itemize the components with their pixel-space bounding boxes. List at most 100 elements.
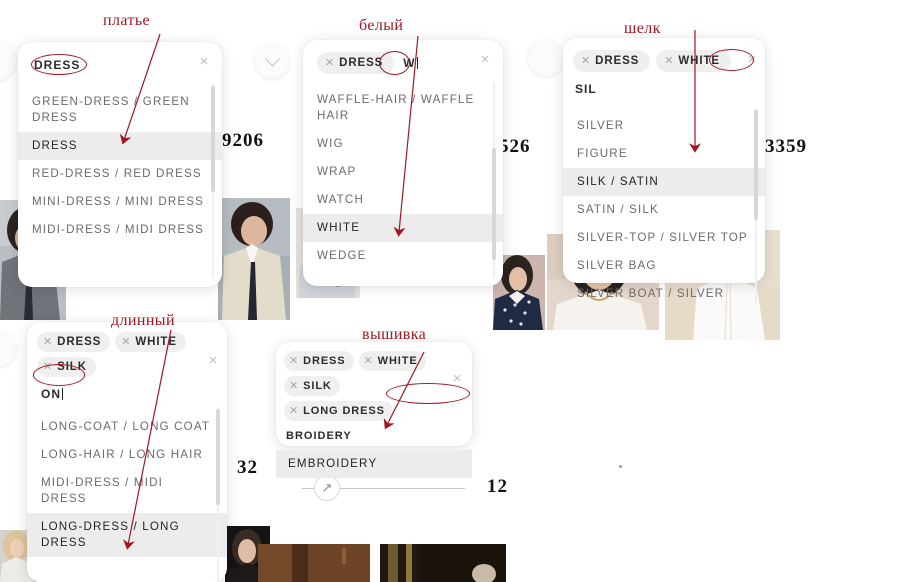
list-item[interactable]: MIDI-DRESS / MIDI DRESS [27,469,227,513]
close-icon[interactable]: × [478,52,492,67]
chip-remove-icon[interactable]: ✕ [581,55,591,67]
list-item[interactable]: SATIN / SILK [563,196,765,224]
thumbnail-interior-dark[interactable] [380,544,506,582]
embroidery-autocomplete-panel[interactable]: ✕ DRESS ✕ WHITE ✕ SILK ✕ LONG DRESS BROI… [276,342,472,478]
scrollbar-thumb[interactable] [211,86,215,192]
chip-remove-icon[interactable]: ✕ [325,57,335,69]
chip-label: DRESS [303,355,346,367]
chip-label: DRESS [339,57,384,69]
chip-remove-icon[interactable]: ✕ [664,55,674,67]
annotation-label-white: белый [359,17,404,34]
scrollbar-thumb[interactable] [492,148,496,260]
panel-search-header[interactable]: ✕ DRESS ✕ WHITE ✕ SILK × [27,322,227,381]
list-item[interactable]: WATCH [303,186,503,214]
thumbnail-interior-wood[interactable] [258,544,370,582]
search-input[interactable]: ON [39,383,65,405]
chip-label: WHITE [678,55,720,67]
annotation-label-silk: шелк [624,20,661,37]
slider-track[interactable] [340,487,465,489]
list-item[interactable]: GREEN-DRESS / GREEN DRESS [18,88,222,132]
list-item[interactable]: WEDGE [303,242,503,270]
filter-chip-dress[interactable]: ✕ DRESS [284,351,354,371]
chip-label: DRESS [595,55,640,67]
carousel-prev-button-partial[interactable] [0,42,16,80]
chip-remove-icon[interactable]: ✕ [121,336,131,348]
dress-autocomplete-panel[interactable]: DRESS × GREEN-DRESS / GREEN DRESS DRESS … [18,42,222,287]
filter-chip-dress[interactable]: ✕ DRESS [573,50,651,72]
list-item[interactable]: WRAP [303,158,503,186]
list-item[interactable]: WHITE [303,214,503,242]
panel-search-header[interactable]: ✕ DRESS W × [303,40,503,80]
suggestion-list[interactable]: LONG-COAT / LONG COAT LONG-HAIR / LONG H… [27,405,227,582]
search-input[interactable]: W [401,52,419,74]
panel-search-header[interactable]: DRESS × [18,42,222,82]
list-item[interactable]: DRESS [18,132,222,160]
carousel-next-button-partial[interactable] [528,40,564,76]
panel-search-header[interactable]: ✕ DRESS ✕ WHITE ✕ SILK ✕ LONG DRESS BROI… [276,342,472,448]
thumbnail-image [380,544,506,582]
search-input[interactable]: SIL [573,78,599,100]
list-item[interactable]: WIG [303,130,503,158]
carousel-prev-button-partial-bottom[interactable] [0,332,16,366]
filter-chip-white[interactable]: ✕ WHITE [358,351,426,371]
chip-remove-icon[interactable]: ✕ [289,380,299,392]
close-icon[interactable]: × [450,371,464,386]
chip-remove-icon[interactable]: ✕ [289,405,299,417]
filter-chip-dress[interactable]: ✕ DRESS [317,52,395,74]
list-item[interactable]: LONG-COAT / LONG COAT [27,413,227,441]
chip-remove-icon[interactable]: ✕ [43,336,53,348]
list-item[interactable]: SILVER [563,112,765,140]
background-number-4: 32 [237,457,258,478]
suggestion-list[interactable]: WAFFLE-HAIR / WAFFLE HAIR WIG WRAP WATCH… [303,80,503,280]
long-autocomplete-panel[interactable]: ✕ DRESS ✕ WHITE ✕ SILK × ON LONG-COAT / … [27,322,227,582]
carousel-next-button[interactable] [255,44,289,78]
filter-chip-silk[interactable]: ✕ SILK [284,376,340,396]
chip-remove-icon[interactable]: ✕ [43,361,53,373]
chip-remove-icon[interactable]: ✕ [289,355,299,367]
list-item[interactable]: SILVER BAG [563,252,765,280]
list-item[interactable]: RED-DRESS / RED DRESS [18,160,222,188]
list-item[interactable]: SILVER-TOP / SILVER TOP [563,224,765,252]
white-autocomplete-panel[interactable]: ✕ DRESS W × WAFFLE-HAIR / WAFFLE HAIR WI… [303,40,503,286]
filter-chip-silk[interactable]: ✕ SILK [37,357,96,377]
suggestion-list[interactable]: SILVER FIGURE SILK / SATIN SATIN / SILK … [563,106,765,306]
search-input[interactable]: BROIDERY [284,426,354,446]
slider-left-stub [302,487,314,489]
screenshot-canvas: 9206 526 3359 32 12 ↗ DRESS × GREEN-DRES… [0,0,904,582]
search-input-row[interactable]: ON [27,381,227,405]
background-number-3: 3359 [765,136,807,157]
list-item[interactable]: SILVER BOAT / SILVER [563,280,765,306]
chip-remove-icon[interactable]: ✕ [364,355,374,367]
filter-chip-dress[interactable]: ✕ DRESS [37,332,111,352]
scrollbar-thumb[interactable] [216,409,220,505]
list-item[interactable]: EMBROIDERY [276,450,472,478]
list-item[interactable]: LONG-HAIR / LONG HAIR [27,441,227,469]
close-icon[interactable]: × [206,353,220,368]
suggestion-list[interactable]: GREEN-DRESS / GREEN DRESS DRESS RED-DRES… [18,82,222,280]
list-item[interactable]: MIDI-DRESS / MIDI DRESS [18,216,222,244]
list-item[interactable]: SILK / SATIN [563,168,765,196]
chip-label: WHITE [377,355,418,367]
chip-label: SILK [303,380,332,392]
thumbnail-man-cream-suit[interactable] [218,198,290,320]
filter-chip-white[interactable]: ✕ WHITE [656,50,731,72]
suggestion-list[interactable]: EMBROIDERY [276,448,472,480]
close-icon[interactable]: × [197,54,211,69]
close-icon[interactable]: × [745,52,759,67]
search-input[interactable]: DRESS [32,54,82,76]
list-item[interactable]: WAFFLE-HAIR / WAFFLE HAIR [303,86,503,130]
panel-search-header[interactable]: ✕ DRESS ✕ WHITE SIL × [563,38,765,106]
chip-label: LONG DRESS [303,405,385,417]
chevron-down-icon [264,50,280,66]
list-item[interactable]: MINI-DRESS / MINI DRESS [18,188,222,216]
scrollbar-thumb[interactable] [754,110,758,220]
chip-label: DRESS [57,336,102,348]
list-item[interactable]: FIGURE [563,140,765,168]
text-caret [62,388,63,400]
silk-autocomplete-panel[interactable]: ✕ DRESS ✕ WHITE SIL × SILVER FIGURE SILK… [563,38,765,304]
page-dot-marker [619,465,622,468]
filter-chip-white[interactable]: ✕ WHITE [115,332,186,352]
annotation-label-dress: платье [103,12,151,29]
filter-chip-long-dress[interactable]: ✕ LONG DRESS [284,401,393,421]
list-item[interactable]: LONG-DRESS / LONG DRESS [27,513,227,557]
